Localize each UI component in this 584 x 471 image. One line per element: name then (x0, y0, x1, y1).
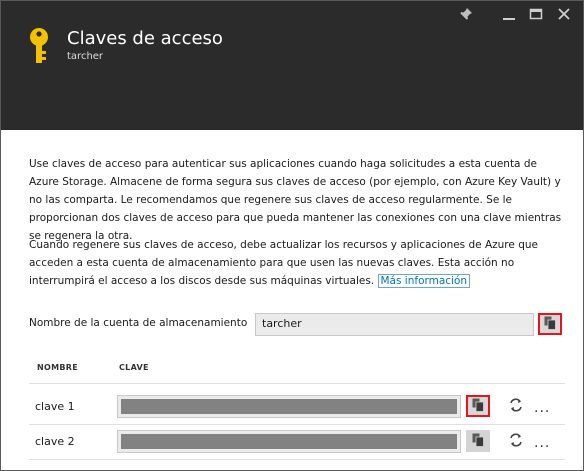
key-icon (27, 27, 51, 67)
key2-masked-value (121, 434, 457, 449)
copy-icon (472, 432, 484, 451)
blade-subtitle: tarcher (67, 51, 104, 62)
column-header-name: NOMBRE (37, 363, 78, 372)
copy-icon (544, 315, 556, 334)
column-header-key: CLAVE (119, 363, 149, 372)
maximize-icon[interactable] (525, 5, 547, 23)
key1-value-field[interactable] (117, 395, 461, 418)
pin-icon[interactable] (455, 5, 477, 23)
more-info-link[interactable]: Más información (377, 274, 471, 288)
copy-account-name-button[interactable] (538, 313, 562, 335)
blade-content: Use claves de acceso para autenticar sus… (1, 130, 583, 470)
key1-masked-value (121, 399, 457, 414)
row-divider (29, 383, 565, 384)
row-divider (29, 424, 565, 425)
close-icon[interactable] (553, 5, 575, 23)
account-name-field[interactable]: tarcher (255, 313, 534, 336)
regenerate-key1-button[interactable] (506, 397, 526, 417)
key2-name: clave 2 (35, 435, 75, 448)
copy-icon (472, 397, 484, 416)
refresh-icon (508, 432, 524, 452)
minimize-icon[interactable] (498, 5, 520, 23)
blade-header: Claves de acceso tarcher (1, 1, 583, 130)
intro-paragraph-1: Use claves de acceso para autenticar sus… (29, 158, 562, 242)
key2-value-field[interactable] (117, 430, 461, 453)
access-keys-blade: Claves de acceso tarcher Use claves de a… (0, 0, 584, 471)
regenerate-key2-button[interactable] (506, 432, 526, 452)
key1-more-button[interactable]: ... (534, 401, 552, 416)
account-name-label: Nombre de la cuenta de almacenamiento (29, 317, 248, 329)
row-divider (29, 459, 565, 460)
key2-more-button[interactable]: ... (534, 436, 552, 451)
key1-name: clave 1 (35, 400, 75, 413)
refresh-icon (508, 397, 524, 417)
intro-paragraph-2: Cuando regenere sus claves de acceso, de… (29, 236, 569, 290)
copy-key2-button[interactable] (466, 430, 490, 452)
blade-title: Claves de acceso (67, 28, 223, 49)
copy-key1-button[interactable] (466, 395, 490, 417)
